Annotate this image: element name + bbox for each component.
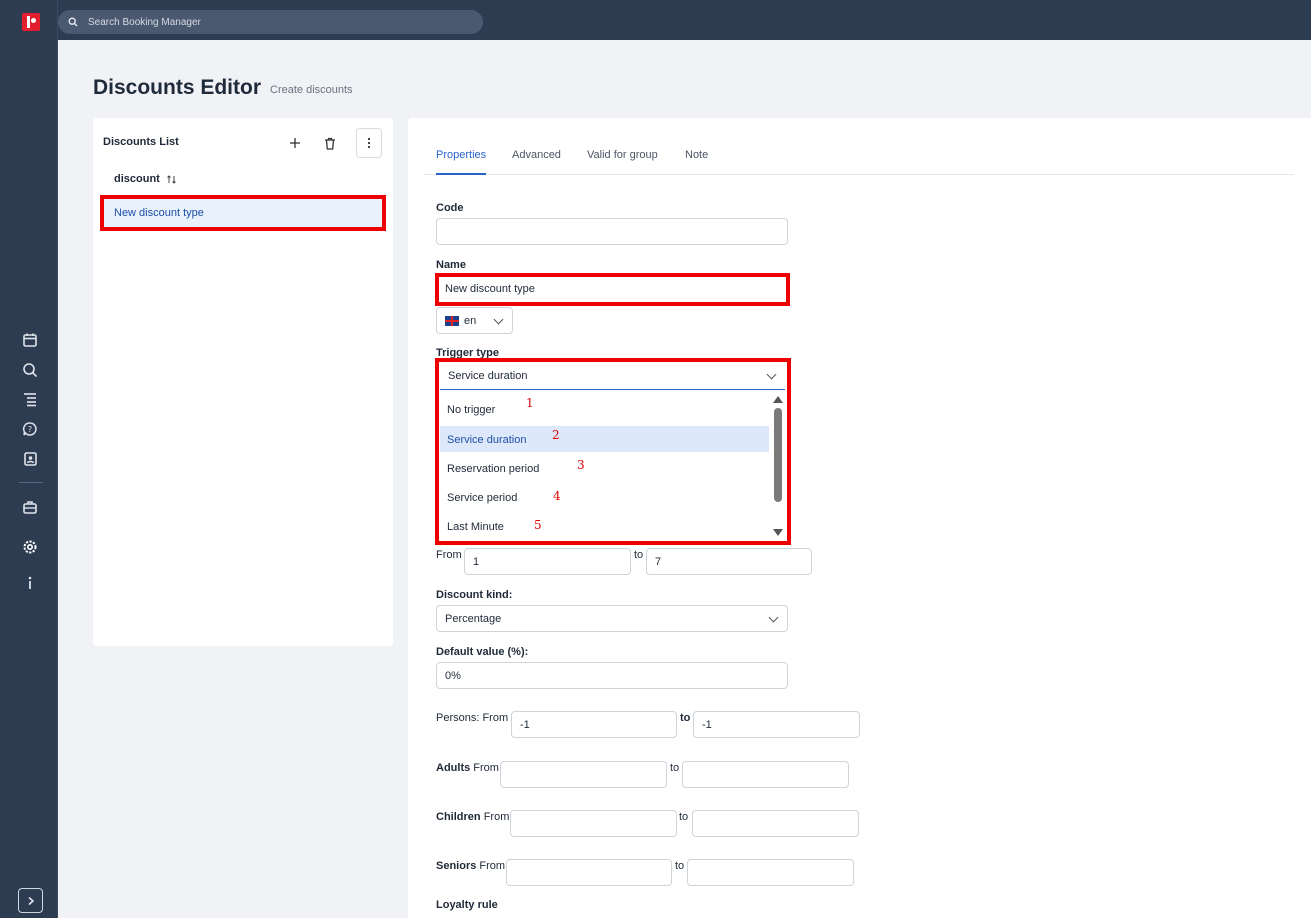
rail-divider: [19, 482, 43, 483]
children-label: Children From: [436, 811, 509, 823]
chevron-right-icon: [28, 896, 34, 905]
top-bar: Search Booking Manager: [58, 0, 1311, 40]
page-subtitle: Create discounts: [270, 84, 353, 96]
name-label: Name: [436, 259, 466, 271]
to-label: to: [675, 860, 685, 872]
search-placeholder: Search Booking Manager: [88, 16, 201, 28]
to-label: to: [670, 762, 680, 774]
gear-icon[interactable]: [19, 536, 41, 558]
search-input[interactable]: Search Booking Manager: [58, 10, 483, 34]
column-header-discount[interactable]: discount: [114, 173, 177, 185]
trash-icon: [325, 137, 335, 150]
seniors-from-input[interactable]: [506, 859, 672, 886]
search-icon: [68, 17, 78, 27]
duration-from-input[interactable]: 1: [464, 548, 631, 575]
tab-properties[interactable]: Properties: [436, 149, 487, 175]
language-select[interactable]: en: [436, 307, 513, 334]
app-logo[interactable]: [22, 13, 40, 31]
adults-label-text: Adults: [436, 762, 471, 774]
persons-to-input[interactable]: -1: [693, 711, 860, 738]
code-label: Code: [436, 202, 464, 214]
adults-from-input[interactable]: [500, 761, 667, 788]
from-word: From: [479, 860, 506, 872]
briefcase-icon[interactable]: [19, 496, 41, 518]
children-from-input[interactable]: [510, 810, 677, 837]
list-tree-icon[interactable]: [19, 388, 41, 410]
chevron-down-icon: [768, 612, 779, 623]
more-options-button[interactable]: [356, 128, 382, 158]
adults-label: Adults From: [436, 762, 499, 774]
more-vertical-icon: [367, 137, 371, 149]
from-word: From: [473, 762, 499, 774]
tab-note[interactable]: Note: [685, 149, 708, 175]
highlight-trigger-dropdown: [435, 358, 791, 545]
from-label: From: [436, 549, 462, 561]
default-value-input[interactable]: 0%: [436, 662, 788, 689]
to-label: to: [680, 712, 691, 724]
tab-valid-for-group[interactable]: Valid for group: [587, 149, 658, 175]
highlight-name-field: [435, 273, 790, 306]
children-label-text: Children: [436, 811, 481, 823]
persons-from-input[interactable]: -1: [511, 711, 677, 738]
page-title: Discounts Editor: [93, 76, 262, 99]
language-value: en: [464, 315, 477, 327]
chevron-down-icon: [493, 314, 504, 325]
delete-button[interactable]: [317, 128, 343, 158]
seniors-label-text: Seniors: [436, 860, 477, 872]
discount-kind-select[interactable]: Percentage: [436, 605, 788, 632]
tab-bar: Properties Advanced Valid for group Note: [424, 144, 1294, 175]
uk-flag-icon: [445, 316, 459, 327]
loyalty-rule-label: Loyalty rule: [436, 899, 498, 911]
seniors-to-input[interactable]: [687, 859, 854, 886]
discount-kind-label: Discount kind:: [436, 589, 513, 601]
expand-sidebar-button[interactable]: [18, 888, 43, 913]
from-word: From: [483, 811, 510, 823]
sort-icon[interactable]: [166, 174, 177, 185]
left-nav-rail: ?: [0, 0, 58, 918]
highlight-list-item: [100, 195, 386, 231]
add-button[interactable]: [282, 128, 308, 158]
calendar-icon[interactable]: [19, 329, 41, 351]
search-icon[interactable]: [19, 359, 41, 381]
svg-text:?: ?: [28, 425, 32, 434]
panel-title: Discounts List: [103, 136, 179, 148]
children-to-input[interactable]: [692, 810, 859, 837]
tab-advanced[interactable]: Advanced: [512, 149, 561, 175]
duration-to-input[interactable]: 7: [646, 548, 812, 575]
adults-to-input[interactable]: [682, 761, 849, 788]
info-icon[interactable]: [19, 572, 41, 594]
plus-icon: [290, 138, 300, 148]
persons-label: Persons: From: [436, 712, 509, 724]
help-chat-icon[interactable]: ?: [19, 418, 41, 440]
to-label: to: [634, 549, 644, 561]
column-header-label: discount: [114, 173, 160, 185]
contacts-icon[interactable]: [19, 448, 41, 470]
to-label: to: [679, 811, 689, 823]
default-value-label: Default value (%):: [436, 646, 529, 658]
discount-kind-value: Percentage: [445, 613, 502, 625]
code-input[interactable]: [436, 218, 788, 245]
seniors-label: Seniors From: [436, 860, 505, 872]
